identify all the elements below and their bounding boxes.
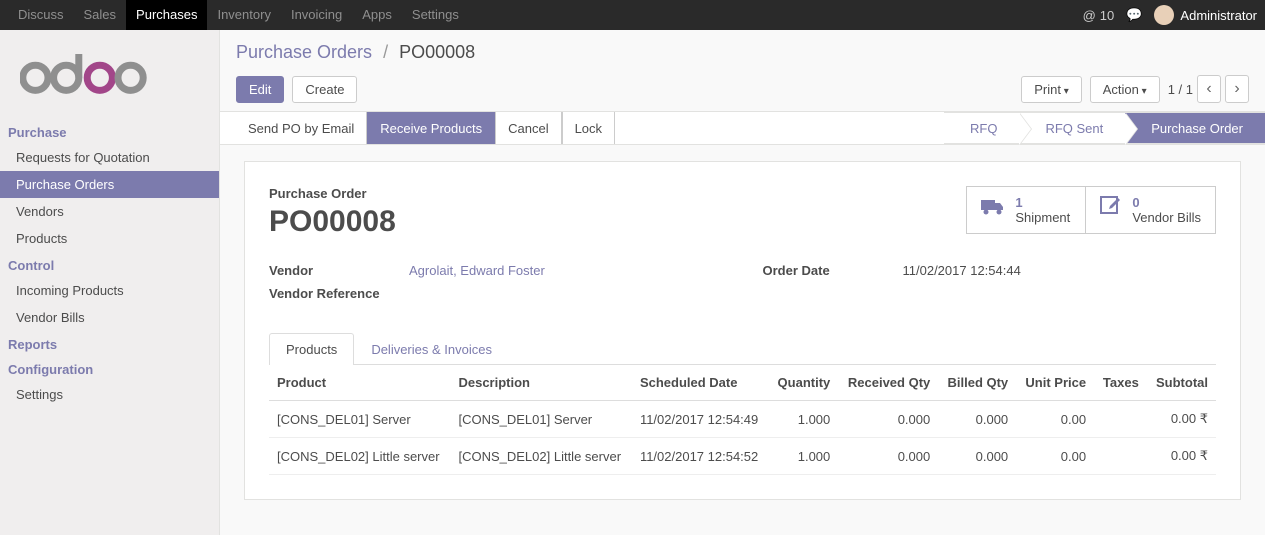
bills-label: Vendor Bills — [1132, 210, 1201, 225]
cell: 1.000 — [768, 438, 838, 475]
col-header: Quantity — [768, 365, 838, 401]
action-dropdown[interactable]: Action — [1090, 76, 1160, 103]
action-bar: Edit Create Print Action 1 / 1 ‹ › — [220, 67, 1265, 111]
cell: 11/02/2017 12:54:49 — [632, 401, 769, 438]
menu-item-requests-for-quotation[interactable]: Requests for Quotation — [0, 144, 219, 171]
nav-item-settings[interactable]: Settings — [402, 0, 469, 30]
nav-item-apps[interactable]: Apps — [352, 0, 402, 30]
send-po-button[interactable]: Send PO by Email — [236, 112, 367, 144]
cell: 0.00 — [1016, 438, 1094, 475]
messages-count[interactable]: @ 10 — [1083, 8, 1115, 23]
at-icon: @ — [1083, 8, 1096, 23]
print-dropdown[interactable]: Print — [1021, 76, 1082, 103]
col-header: Unit Price — [1016, 365, 1094, 401]
vendor-value[interactable]: Agrolait, Edward Foster — [409, 263, 545, 278]
cell: 0.000 — [938, 401, 1016, 438]
col-header: Product — [269, 365, 450, 401]
breadcrumb-parent[interactable]: Purchase Orders — [236, 42, 372, 62]
order-date-label: Order Date — [763, 263, 903, 278]
cell: 0.00 ₹ — [1147, 438, 1216, 475]
tabs: ProductsDeliveries & Invoices — [269, 333, 1216, 365]
pager-prev-button[interactable]: ‹ — [1197, 75, 1221, 103]
cell: 0.00 — [1016, 401, 1094, 438]
vendor-label: Vendor — [269, 263, 409, 278]
pencil-square-icon — [1100, 196, 1122, 224]
bills-count: 0 — [1132, 195, 1201, 210]
vendor-bills-stat-button[interactable]: 0 Vendor Bills — [1086, 186, 1216, 234]
chat-icon[interactable]: 💬 — [1126, 7, 1142, 23]
record-type-label: Purchase Order — [269, 186, 396, 201]
avatar — [1154, 5, 1174, 25]
menu-header-reports[interactable]: Reports — [0, 331, 219, 356]
menu-item-purchase-orders[interactable]: Purchase Orders — [0, 171, 219, 198]
cell: 0.000 — [838, 438, 938, 475]
shipment-count: 1 — [1015, 195, 1070, 210]
cell — [1094, 401, 1147, 438]
record-name: PO00008 — [269, 205, 396, 239]
pager-next-button[interactable]: › — [1225, 75, 1249, 103]
nav-item-purchases[interactable]: Purchases — [126, 0, 207, 30]
cell: [CONS_DEL02] Little server — [450, 438, 631, 475]
col-header: Received Qty — [838, 365, 938, 401]
record-sheet: Purchase Order PO00008 1 Shipment — [244, 161, 1241, 500]
status-row: Send PO by Email Receive Products Cancel… — [220, 111, 1265, 145]
nav-item-inventory[interactable]: Inventory — [207, 0, 280, 30]
cell: [CONS_DEL02] Little server — [269, 438, 450, 475]
truck-icon — [981, 198, 1005, 222]
status-step-rfq-sent[interactable]: RFQ Sent — [1019, 112, 1125, 144]
cell: 0.000 — [938, 438, 1016, 475]
cell: 0.00 ₹ — [1147, 401, 1216, 438]
menu-item-vendors[interactable]: Vendors — [0, 198, 219, 225]
pager: 1 / 1 ‹ › — [1168, 75, 1249, 103]
edit-button[interactable]: Edit — [236, 76, 284, 103]
pager-text: 1 / 1 — [1168, 82, 1193, 97]
lock-button[interactable]: Lock — [562, 112, 615, 144]
cell: 0.000 — [838, 401, 938, 438]
col-header: Description — [450, 365, 631, 401]
main-content: Purchase Orders / PO00008 Edit Create Pr… — [220, 30, 1265, 535]
cell: 11/02/2017 12:54:52 — [632, 438, 769, 475]
username: Administrator — [1180, 8, 1257, 23]
menu-item-settings[interactable]: Settings — [0, 381, 219, 408]
status-step-purchase-order[interactable]: Purchase Order — [1125, 112, 1265, 144]
order-lines-table: ProductDescriptionScheduled DateQuantity… — [269, 365, 1216, 475]
nav-item-invoicing[interactable]: Invoicing — [281, 0, 352, 30]
cell — [1094, 438, 1147, 475]
status-step-rfq[interactable]: RFQ — [944, 112, 1019, 144]
breadcrumb: Purchase Orders / PO00008 — [220, 30, 1265, 67]
top-nav: DiscussSalesPurchasesInventoryInvoicingA… — [0, 0, 1265, 30]
shipment-label: Shipment — [1015, 210, 1070, 225]
tab-products[interactable]: Products — [269, 333, 354, 365]
menu-header-control[interactable]: Control — [0, 252, 219, 277]
vendor-ref-label: Vendor Reference — [269, 286, 409, 301]
nav-item-sales[interactable]: Sales — [74, 0, 127, 30]
receive-products-button[interactable]: Receive Products — [367, 112, 495, 144]
cell: [CONS_DEL01] Server — [450, 401, 631, 438]
col-header: Taxes — [1094, 365, 1147, 401]
tab-deliveries-invoices[interactable]: Deliveries & Invoices — [354, 333, 509, 365]
menu-item-products[interactable]: Products — [0, 225, 219, 252]
cancel-button[interactable]: Cancel — [495, 112, 561, 144]
status-steps: RFQRFQ SentPurchase Order — [944, 112, 1265, 144]
col-header: Scheduled Date — [632, 365, 769, 401]
cell: [CONS_DEL01] Server — [269, 401, 450, 438]
col-header: Subtotal — [1147, 365, 1216, 401]
menu-header-purchase[interactable]: Purchase — [0, 119, 219, 144]
create-button[interactable]: Create — [292, 76, 357, 103]
cell: 1.000 — [768, 401, 838, 438]
menu-item-vendor-bills[interactable]: Vendor Bills — [0, 304, 219, 331]
menu-header-configuration[interactable]: Configuration — [0, 356, 219, 381]
sidebar: PurchaseRequests for QuotationPurchase O… — [0, 30, 220, 535]
order-date-value: 11/02/2017 12:54:44 — [903, 263, 1021, 278]
col-header: Billed Qty — [938, 365, 1016, 401]
table-row[interactable]: [CONS_DEL01] Server[CONS_DEL01] Server11… — [269, 401, 1216, 438]
shipment-stat-button[interactable]: 1 Shipment — [966, 186, 1086, 234]
breadcrumb-separator: / — [383, 42, 388, 62]
logo — [0, 42, 219, 119]
nav-item-discuss[interactable]: Discuss — [8, 0, 74, 30]
user-menu[interactable]: Administrator — [1154, 5, 1257, 25]
table-row[interactable]: [CONS_DEL02] Little server[CONS_DEL02] L… — [269, 438, 1216, 475]
menu-item-incoming-products[interactable]: Incoming Products — [0, 277, 219, 304]
breadcrumb-current: PO00008 — [399, 42, 475, 62]
